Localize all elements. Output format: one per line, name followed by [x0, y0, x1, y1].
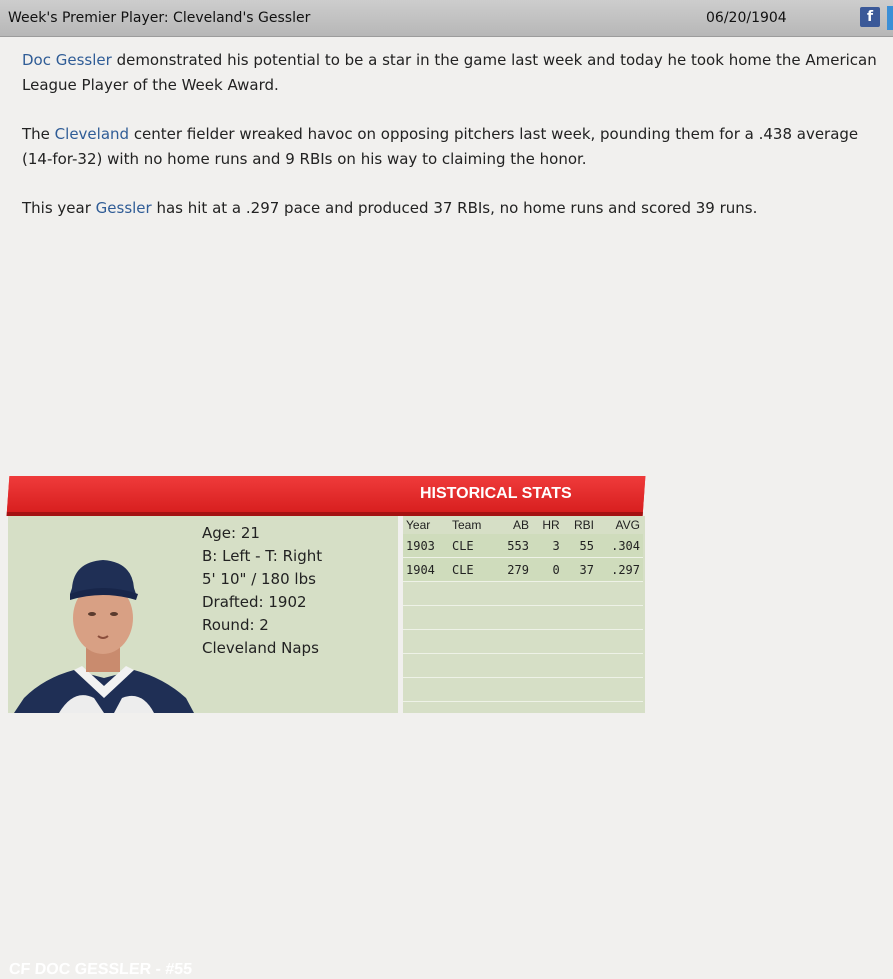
cell: 0	[531, 557, 563, 582]
cell: 37	[562, 557, 597, 582]
table-row-empty	[403, 653, 643, 678]
paragraph-text: has hit at a .297 pace and produced 37 R…	[151, 199, 758, 217]
paragraph-text: demonstrated his potential to be a star …	[22, 51, 877, 94]
player-team: Cleveland Naps	[202, 639, 319, 657]
paragraph-text: This year	[22, 199, 96, 217]
paragraph-text: center fielder wreaked havoc on opposing…	[22, 125, 859, 168]
cell: 3	[531, 534, 563, 558]
facebook-icon[interactable]: f	[860, 7, 880, 27]
article-paragraph-3: This year Gessler has hit at a .297 pace…	[22, 196, 888, 221]
stats-table: Year Team AB HR RBI AVG 1903 CLE 553 3 5…	[403, 516, 643, 702]
page-title: Week's Premier Player: Cleveland's Gessl…	[8, 10, 311, 26]
table-row-empty	[403, 629, 643, 654]
player-link[interactable]: Gessler	[96, 199, 152, 217]
title-bar: Week's Premier Player: Cleveland's Gessl…	[0, 0, 893, 37]
table-row-empty	[403, 581, 643, 606]
cell: 279	[495, 557, 532, 582]
table-row: 1904 CLE 279 0 37 .297	[403, 557, 643, 582]
col-header: AB	[512, 518, 529, 532]
cell: 1903	[403, 534, 449, 558]
col-header: HR	[542, 518, 560, 532]
table-row: 1903 CLE 553 3 55 .304	[403, 534, 643, 558]
player-height-weight: 5' 10" / 180 lbs	[202, 570, 316, 588]
player-age: Age: 21	[202, 524, 260, 542]
player-round: Round: 2	[202, 616, 269, 634]
article-body: Doc Gessler demonstrated his potential t…	[22, 48, 888, 245]
player-link[interactable]: Doc Gessler	[22, 51, 112, 69]
article-date: 06/20/1904	[706, 10, 787, 26]
cell: .304	[596, 534, 643, 558]
col-header: RBI	[573, 518, 594, 532]
col-header: Year	[406, 518, 431, 532]
cell: 553	[495, 534, 532, 558]
table-row-empty	[403, 605, 643, 630]
historical-stats-title: HISTORICAL STATS	[420, 485, 572, 502]
cell: CLE	[448, 534, 496, 558]
cell: CLE	[448, 557, 496, 582]
scrollbar-edge[interactable]	[887, 6, 893, 30]
cell: .297	[596, 557, 643, 582]
cell: 1904	[403, 557, 449, 582]
player-info: Age: 21 B: Left - T: Right 5' 10" / 180 …	[202, 522, 322, 660]
stats-header-row: Year Team AB HR RBI AVG	[403, 516, 643, 534]
historical-stats-panel: Year Team AB HR RBI AVG 1903 CLE 553 3 5…	[403, 516, 645, 713]
table-row-empty	[403, 677, 643, 702]
player-drafted: Drafted: 1902	[202, 593, 307, 611]
team-link[interactable]: Cleveland	[55, 125, 129, 143]
col-header: AVG	[615, 518, 640, 532]
paragraph-text: The	[22, 125, 55, 143]
article-paragraph-2: The Cleveland center fielder wreaked hav…	[22, 122, 888, 172]
article-paragraph-1: Doc Gessler demonstrated his potential t…	[22, 48, 888, 98]
col-header: Team	[451, 518, 482, 532]
cell: 55	[562, 534, 597, 558]
player-portrait	[14, 560, 194, 713]
player-bats-throws: B: Left - T: Right	[202, 547, 323, 565]
